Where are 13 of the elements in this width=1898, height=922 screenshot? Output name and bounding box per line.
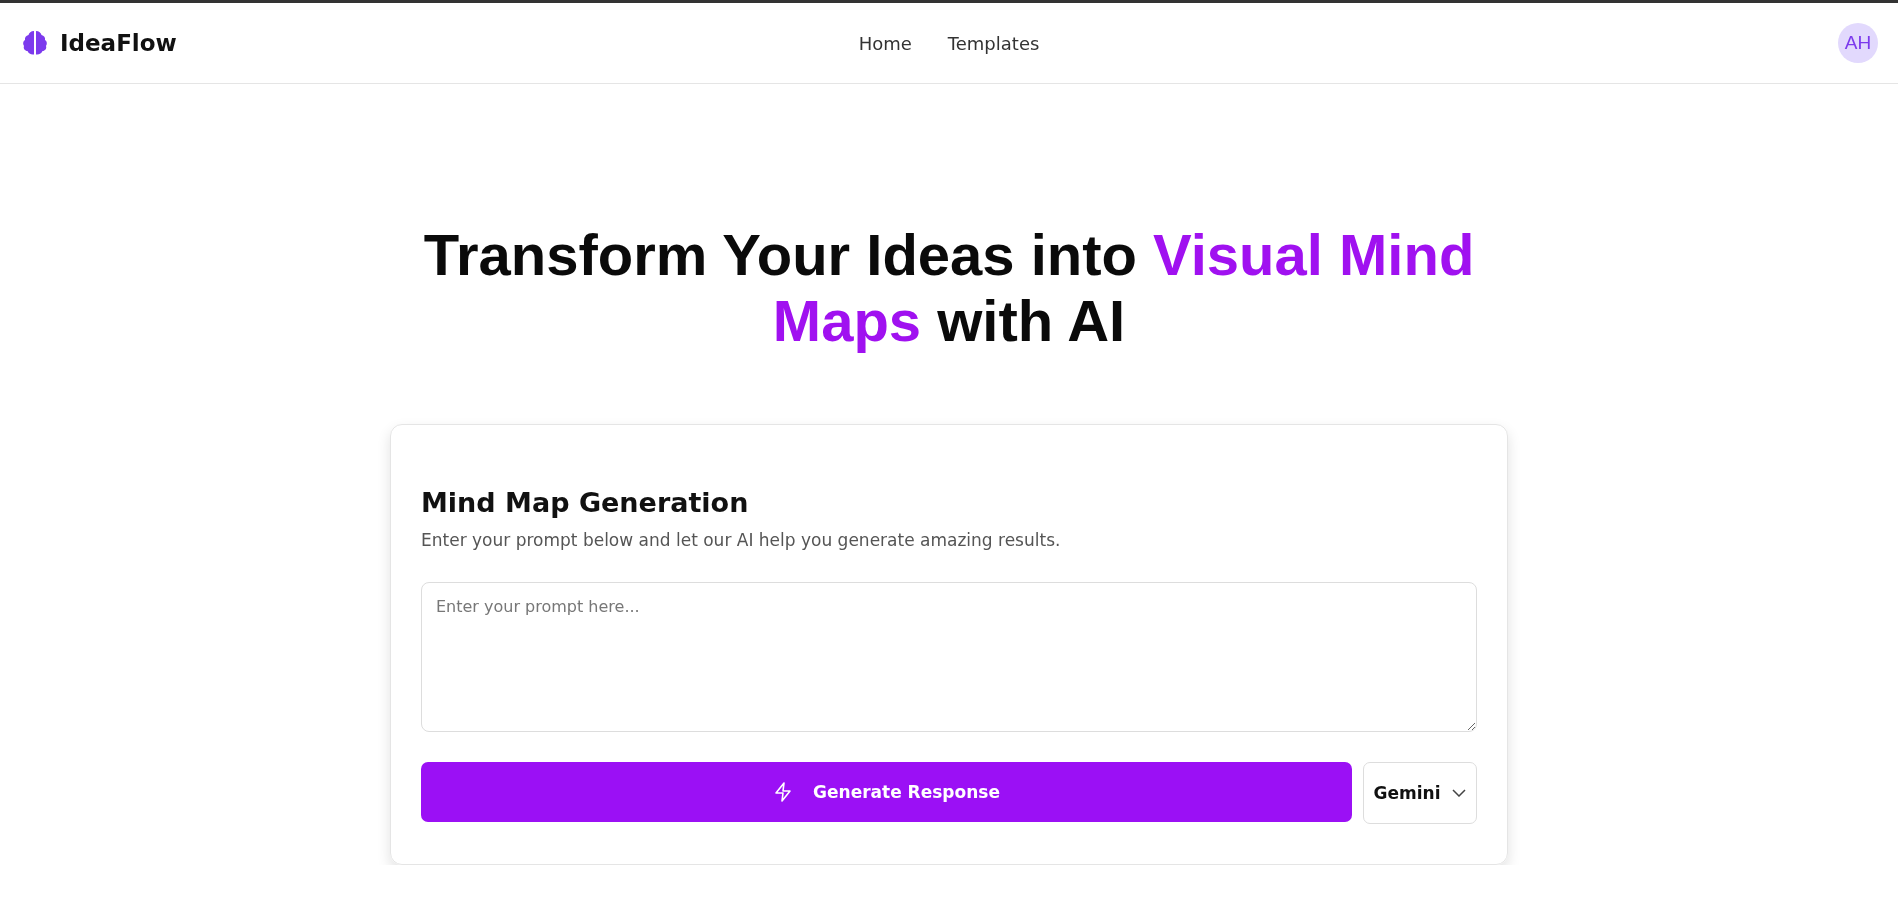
prompt-field[interactable]: Enter your prompt here... — [421, 582, 1477, 732]
nav-link[interactable]: Home — [858, 32, 912, 54]
lightning-icon — [773, 781, 794, 803]
generate-button[interactable]: Generate Response — [421, 762, 1352, 822]
card-description: Enter your prompt below and let our AI help you generate amazing results. — [421, 530, 1062, 550]
chevron-down-icon — [1452, 789, 1467, 797]
model-dropdown[interactable]: Gemini — [1363, 762, 1477, 824]
card-title: Mind Map Generation — [421, 487, 750, 518]
hero-headline: Transform Your Ideas into Visual Mind Maps with AI — [422, 222, 1476, 354]
nav-link[interactable]: Templates — [947, 32, 1040, 54]
brain-icon — [20, 28, 50, 58]
user-avatar[interactable]: AH — [1838, 23, 1878, 63]
brand-name[interactable]: IdeaFlow — [60, 30, 177, 56]
